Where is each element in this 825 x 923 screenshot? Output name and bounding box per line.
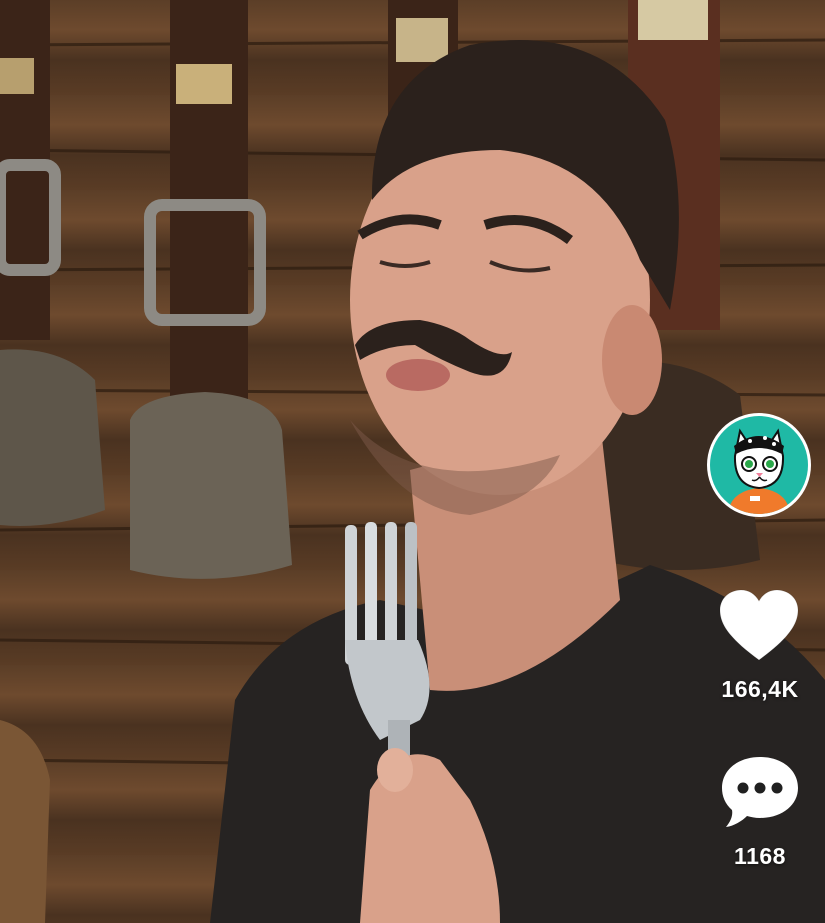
like-count: 166,4K [721,676,799,702]
creator-avatar[interactable] [707,413,811,517]
comment-count: 1168 [734,843,786,869]
comment-button[interactable] [720,755,800,829]
video-scene [0,0,825,923]
comment-bubble-icon [722,757,798,827]
like-button[interactable] [718,588,800,664]
cat-avatar-icon [710,416,808,514]
heart-icon [719,589,799,661]
video-frame[interactable] [0,0,825,923]
